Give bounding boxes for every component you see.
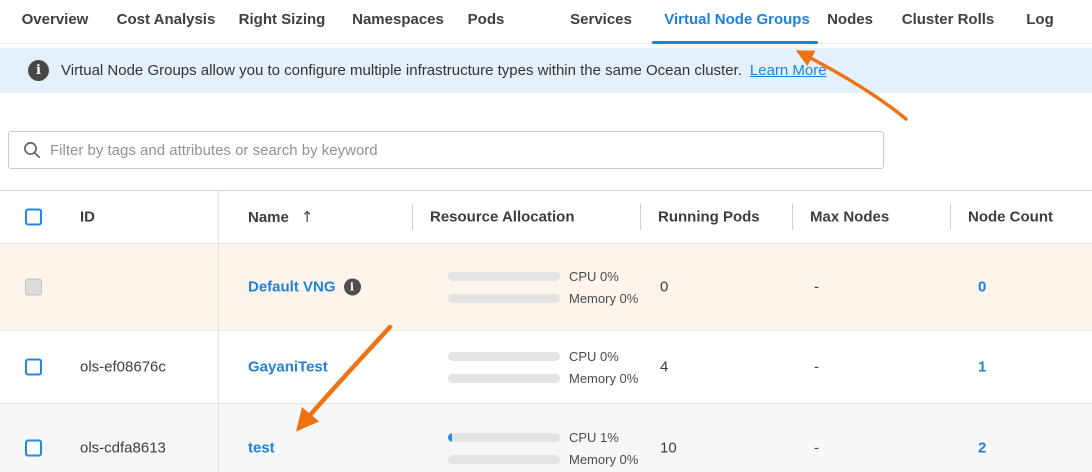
tab-virtual-node-groups[interactable]: Virtual Node Groups xyxy=(664,11,810,28)
cpu-label: CPU 0% xyxy=(569,269,619,284)
tab-services[interactable]: Services xyxy=(570,11,632,28)
vng-name-link[interactable]: test xyxy=(248,440,275,457)
cpu-bar xyxy=(448,433,560,442)
cpu-bar xyxy=(448,352,560,361)
header-divider xyxy=(792,204,793,230)
table-row-test[interactable]: ols-cdfa8613 test CPU 1% Memory 0% 10 - … xyxy=(0,404,1092,472)
tab-pods[interactable]: Pods xyxy=(468,11,505,28)
sort-asc-icon[interactable]: ↑ xyxy=(301,208,314,226)
memory-bar xyxy=(448,455,560,464)
memory-label: Memory 0% xyxy=(569,371,638,386)
vng-id: ols-ef08676c xyxy=(80,359,166,376)
row-checkbox[interactable] xyxy=(25,359,42,376)
tab-overview[interactable]: Overview xyxy=(22,11,89,28)
row-checkbox-disabled xyxy=(25,279,42,296)
column-header-running-pods[interactable]: Running Pods xyxy=(658,209,760,226)
tab-bar: Overview Cost Analysis Right Sizing Name… xyxy=(0,0,1092,44)
memory-bar xyxy=(448,374,560,383)
table-row-gayanitest[interactable]: ols-ef08676c GayaniTest CPU 0% Memory 0%… xyxy=(0,331,1092,404)
column-header-id[interactable]: ID xyxy=(80,209,95,226)
search-icon xyxy=(23,141,41,159)
column-header-max-nodes[interactable]: Max Nodes xyxy=(810,209,889,226)
max-nodes-value: - xyxy=(814,440,819,457)
select-all-checkbox[interactable] xyxy=(25,209,42,226)
search-input[interactable] xyxy=(50,142,883,159)
running-pods-value: 0 xyxy=(660,279,668,296)
table-row-default-vng[interactable]: Default VNG i CPU 0% Memory 0% 0 - 0 xyxy=(0,244,1092,331)
vng-name-link[interactable]: Default VNG xyxy=(248,279,336,296)
cpu-label: CPU 0% xyxy=(569,349,619,364)
cpu-label: CPU 1% xyxy=(569,430,619,445)
resource-allocation-bars: CPU 0% Memory 0% xyxy=(448,265,638,309)
running-pods-value: 10 xyxy=(660,440,677,457)
column-divider xyxy=(218,191,219,472)
active-tab-underline xyxy=(652,41,818,44)
info-icon: i xyxy=(28,60,49,81)
row-checkbox[interactable] xyxy=(25,440,42,457)
learn-more-link[interactable]: Learn More xyxy=(750,62,827,79)
column-header-resource-allocation[interactable]: Resource Allocation xyxy=(430,209,574,226)
column-header-name-label: Name xyxy=(248,209,289,226)
header-divider xyxy=(950,204,951,230)
running-pods-value: 4 xyxy=(660,359,668,376)
resource-allocation-bars: CPU 0% Memory 0% xyxy=(448,345,638,389)
column-header-name[interactable]: Name ↑ xyxy=(248,208,313,226)
table-header: ID Name ↑ Resource Allocation Running Pod… xyxy=(0,191,1092,244)
header-divider xyxy=(640,204,641,230)
max-nodes-value: - xyxy=(814,359,819,376)
info-banner: i Virtual Node Groups allow you to confi… xyxy=(0,48,1092,93)
resource-allocation-bars: CPU 1% Memory 0% xyxy=(448,426,638,470)
info-icon[interactable]: i xyxy=(344,279,361,296)
header-divider xyxy=(412,204,413,230)
memory-bar xyxy=(448,294,560,303)
memory-label: Memory 0% xyxy=(569,452,638,467)
tab-cluster-rolls[interactable]: Cluster Rolls xyxy=(902,11,995,28)
vng-id: ols-cdfa8613 xyxy=(80,440,166,457)
node-count-link[interactable]: 2 xyxy=(978,440,986,457)
vng-table: ID Name ↑ Resource Allocation Running Pod… xyxy=(0,190,1092,472)
banner-text: Virtual Node Groups allow you to configu… xyxy=(61,62,742,79)
tab-nodes[interactable]: Nodes xyxy=(827,11,873,28)
filter-search-box[interactable] xyxy=(8,131,884,169)
memory-label: Memory 0% xyxy=(569,291,638,306)
tab-log[interactable]: Log xyxy=(1026,11,1054,28)
cpu-bar xyxy=(448,272,560,281)
node-count-link[interactable]: 0 xyxy=(978,279,986,296)
tab-cost-analysis[interactable]: Cost Analysis xyxy=(117,11,216,28)
vng-name-link[interactable]: GayaniTest xyxy=(248,359,328,376)
column-header-node-count[interactable]: Node Count xyxy=(968,209,1053,226)
virtual-node-groups-page: Overview Cost Analysis Right Sizing Name… xyxy=(0,0,1092,472)
max-nodes-value: - xyxy=(814,279,819,296)
tab-namespaces[interactable]: Namespaces xyxy=(352,11,444,28)
node-count-link[interactable]: 1 xyxy=(978,359,986,376)
tab-right-sizing[interactable]: Right Sizing xyxy=(239,11,326,28)
